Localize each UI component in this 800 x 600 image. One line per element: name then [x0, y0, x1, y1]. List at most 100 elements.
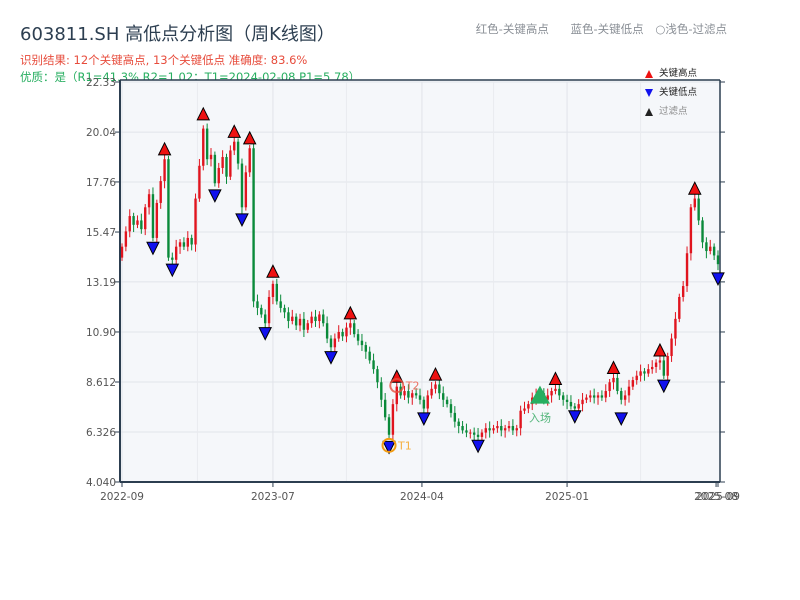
- chart-legend: 关键高点 关键低点 过滤点: [645, 64, 697, 121]
- y-tick-label: 8.612: [86, 377, 116, 389]
- candle-down: [275, 283, 279, 302]
- candle-down: [643, 371, 646, 374]
- candle-up: [484, 428, 487, 433]
- candle-up: [666, 356, 669, 376]
- candle-down: [213, 154, 217, 184]
- y-tick-label: 22.33: [86, 77, 116, 89]
- candle-down: [488, 428, 491, 431]
- candle-down: [476, 434, 480, 437]
- y-tick-label: 4.040: [86, 477, 116, 489]
- chart-figure: 603811.SH 高低点分析图（周K线图） 识别结果: 12个关键高点, 13…: [0, 0, 800, 600]
- candle-down: [225, 157, 228, 177]
- candle-up: [631, 380, 635, 387]
- candle-up: [647, 369, 650, 374]
- candle-down: [461, 426, 464, 431]
- candle-up: [550, 391, 553, 396]
- candle-up: [120, 246, 124, 258]
- candle-up: [689, 207, 693, 254]
- candle-up: [337, 331, 340, 339]
- candle-up: [306, 323, 309, 330]
- candle-up: [217, 167, 220, 184]
- legend-item-low: 关键低点: [645, 83, 697, 102]
- candle-up: [658, 360, 662, 363]
- candle-up: [333, 338, 337, 348]
- candle-down: [322, 314, 325, 324]
- candle-down: [445, 399, 449, 405]
- candle-down: [442, 393, 445, 400]
- candle-down: [240, 163, 244, 208]
- candle-down: [341, 331, 344, 337]
- candle-up: [124, 231, 128, 247]
- candle-down: [287, 312, 290, 322]
- candle-down: [260, 307, 263, 315]
- candle-down: [569, 401, 573, 407]
- candle-down: [465, 430, 468, 433]
- candle-up: [608, 382, 611, 392]
- candle-up: [577, 404, 580, 409]
- candle-up: [581, 399, 584, 405]
- t1-label: T1: [397, 439, 412, 452]
- candle-up: [267, 296, 271, 324]
- candle-up: [391, 404, 395, 435]
- candle-down: [205, 128, 209, 160]
- candle-up: [523, 408, 526, 411]
- candle-up: [411, 393, 414, 398]
- candle-up: [271, 283, 275, 297]
- candle-up: [159, 181, 162, 203]
- candle-up: [681, 286, 685, 297]
- candle-down: [182, 242, 186, 247]
- candle-up: [298, 318, 302, 326]
- candle-up: [651, 366, 654, 370]
- candle-up: [527, 404, 530, 409]
- candle-down: [325, 323, 329, 339]
- candle-up: [202, 128, 205, 166]
- candle-down: [662, 360, 666, 376]
- candle-up: [221, 157, 224, 168]
- candle-up: [198, 165, 201, 199]
- candle-down: [716, 255, 720, 265]
- candle-up: [515, 428, 518, 431]
- candle-down: [422, 399, 426, 409]
- candle-down: [472, 432, 476, 435]
- candle-down: [353, 323, 356, 335]
- candle-up: [155, 202, 159, 238]
- candle-up: [434, 384, 437, 389]
- candle-down: [592, 395, 596, 398]
- candle-up: [639, 371, 642, 376]
- x-tick-label: 2024-04: [400, 491, 444, 503]
- candle-up: [136, 220, 139, 225]
- candle-up: [654, 362, 658, 367]
- candle-up: [229, 150, 232, 177]
- y-tick-label: 17.76: [86, 177, 116, 189]
- candle-down: [712, 246, 716, 256]
- candle-up: [480, 432, 484, 437]
- candle-down: [279, 301, 282, 308]
- y-tick-label: 6.326: [86, 427, 116, 439]
- candle-up: [635, 375, 638, 381]
- candle-up: [349, 323, 352, 328]
- down-triangle-icon: [645, 88, 653, 97]
- candle-up: [318, 314, 321, 322]
- candle-down: [376, 369, 379, 383]
- legend-item-high: 关键高点: [645, 64, 697, 83]
- candle-up: [291, 316, 294, 322]
- candle-up: [519, 410, 522, 429]
- y-tick-label: 13.19: [86, 277, 116, 289]
- candle-up: [678, 296, 681, 319]
- candle-down: [383, 399, 387, 418]
- candle-up: [395, 386, 398, 405]
- candle-up: [604, 391, 607, 398]
- candle-up: [186, 237, 189, 247]
- candle-up: [503, 428, 507, 431]
- candle-down: [616, 377, 619, 392]
- candle-up: [554, 388, 557, 392]
- candle-down: [171, 257, 174, 260]
- candle-down: [565, 399, 569, 402]
- candle-up: [585, 397, 588, 400]
- candle-down: [453, 412, 457, 422]
- candle-up: [345, 327, 348, 337]
- candle-up: [248, 148, 251, 173]
- t2-label: T2: [405, 380, 420, 393]
- y-tick-label: 20.04: [86, 127, 116, 139]
- candle-up: [310, 316, 313, 324]
